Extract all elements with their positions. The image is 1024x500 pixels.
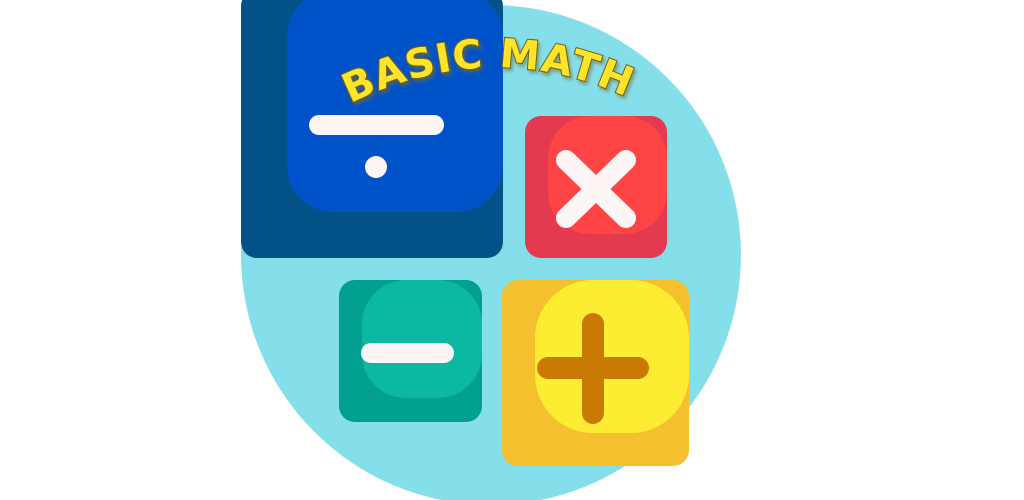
divide-tile-inner [287,0,503,212]
plus-bar-horizontal [537,357,649,379]
banner-artwork: BASIC MATH [241,0,741,500]
multiply-icon [525,116,667,258]
minus-tile-inner [362,280,482,398]
minus-icon [339,280,482,422]
minus-bar [361,343,454,363]
divide-bar [309,115,444,135]
plus-icon [502,280,689,466]
banner: BASIC MATH [0,0,1024,500]
plus-tile-inner [535,280,689,433]
divide-dot [365,156,387,178]
